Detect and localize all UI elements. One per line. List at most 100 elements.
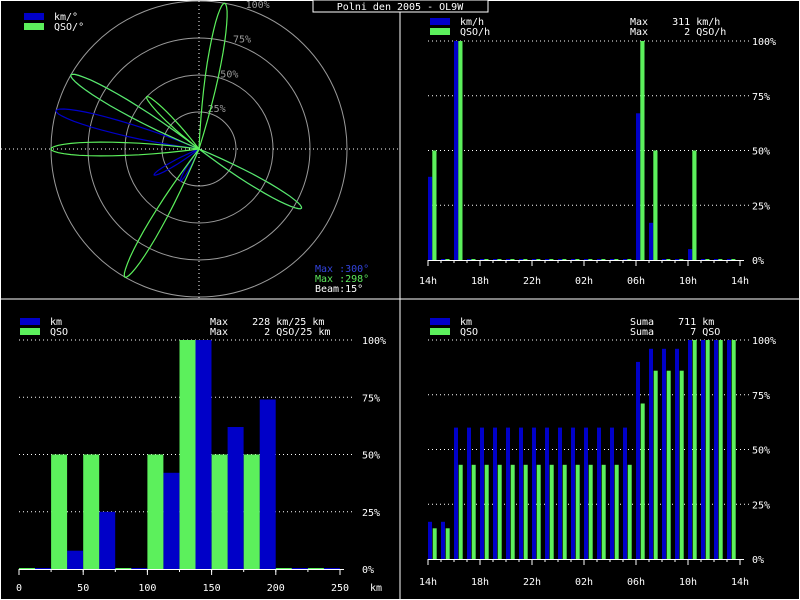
ring-label: 75%: [233, 35, 251, 46]
x-tick-label: 150: [203, 583, 221, 594]
km-bar: [454, 41, 459, 260]
chart-title: Polni den 2005 - OL9W: [337, 2, 464, 13]
y-tick-label: 25%: [362, 508, 380, 519]
qso-bar: [536, 464, 541, 559]
qso-bar: [614, 464, 619, 559]
qso-bar: [432, 528, 437, 559]
km-bar: [428, 176, 433, 260]
max-label: Max 2 QSO/h: [630, 27, 726, 38]
max-label: Suma 7 QSO: [630, 327, 720, 338]
qso-bar: [510, 464, 515, 559]
beam-note: Beam:15°: [315, 284, 363, 295]
qso-bar: [484, 464, 489, 559]
qso-bar: [458, 41, 463, 260]
legend-swatch: [430, 18, 450, 25]
x-tick-label: 14h: [419, 577, 437, 588]
km-bar: [558, 427, 562, 559]
qso-bar: [731, 340, 736, 559]
qso-bar: [562, 464, 567, 559]
x-tick-label: 18h: [471, 577, 489, 588]
qso-bar: [147, 454, 164, 569]
y-tick-label: 25%: [752, 201, 770, 212]
qso-bar: [640, 403, 645, 559]
km-bar: [532, 427, 536, 559]
x-tick-label: 14h: [731, 577, 749, 588]
x-tick-label: 100: [138, 583, 156, 594]
km-bar: [636, 113, 641, 260]
km-bar: [99, 511, 116, 570]
km-bar: [675, 348, 679, 559]
km-bar: [163, 472, 180, 569]
km-bar: [441, 521, 445, 559]
legend-swatch: [24, 13, 44, 20]
y-tick-label: 75%: [362, 393, 380, 404]
qso-bar: [549, 464, 554, 559]
x-tick-label: 18h: [471, 276, 489, 287]
qso-bar: [471, 464, 476, 559]
qso-bar: [432, 150, 437, 260]
chart-canvas: Polni den 2005 - OL9W 25%50%75%100%km/°Q…: [0, 0, 800, 600]
qso-bar: [497, 464, 502, 559]
y-tick-label: 25%: [752, 500, 770, 511]
legend-swatch: [430, 28, 450, 35]
km-bar: [428, 521, 432, 559]
y-tick-label: 100%: [752, 336, 776, 347]
qso-bar: [458, 464, 463, 559]
km-bar: [67, 550, 84, 569]
km-bar: [480, 427, 484, 559]
x-tick-label: 250: [331, 583, 349, 594]
legend-swatch: [430, 318, 450, 325]
qso-bar: [718, 340, 723, 559]
legend-swatch: [430, 328, 450, 335]
km-bar: [623, 427, 627, 559]
km-bar: [701, 340, 705, 559]
km-bar: [714, 340, 718, 559]
qso-bar: [211, 454, 228, 569]
qso-bar: [653, 150, 658, 260]
y-tick-label: 75%: [752, 92, 770, 103]
km-bar: [649, 222, 654, 260]
y-tick-label: 75%: [752, 391, 770, 402]
legend-swatch: [24, 23, 44, 30]
km-bar: [545, 427, 549, 559]
km-bar: [519, 427, 523, 559]
y-tick-label: 0%: [752, 555, 764, 566]
qso-bar: [640, 41, 645, 260]
ring-label: 100%: [246, 0, 270, 11]
y-tick-label: 100%: [752, 37, 776, 48]
km-bar: [597, 427, 601, 559]
km-bar: [571, 427, 575, 559]
km-bar: [227, 427, 244, 569]
legend-label: QSO/h: [460, 27, 490, 38]
y-tick-label: 50%: [752, 446, 770, 457]
qso-bar: [51, 454, 68, 569]
qso-bar: [653, 370, 658, 559]
x-tick-label: 14h: [419, 276, 437, 287]
km-bar: [662, 348, 666, 559]
qso-bar: [679, 370, 684, 559]
qso-bar: [445, 528, 450, 559]
x-tick-label: 200: [267, 583, 285, 594]
max-label: Max 2 QSO/25 km: [210, 327, 330, 338]
km-bar: [467, 427, 471, 559]
km-bar: [454, 427, 458, 559]
km-bar: [649, 348, 653, 559]
qso-bar: [179, 340, 196, 569]
qso-bar: [601, 464, 606, 559]
x-tick-label: 10h: [679, 577, 697, 588]
x-tick-label: 0: [16, 583, 22, 594]
y-tick-label: 50%: [362, 451, 380, 462]
km-bar: [493, 427, 497, 559]
y-tick-label: 100%: [362, 336, 386, 347]
qso-bar: [666, 370, 671, 559]
qso-bar: [83, 454, 100, 569]
qso-bar: [588, 464, 593, 559]
legend-label: QSO: [460, 327, 478, 338]
x-unit-label: km: [370, 583, 382, 594]
km-bar: [610, 427, 614, 559]
y-tick-label: 0%: [752, 256, 764, 267]
x-tick-label: 02h: [575, 276, 593, 287]
km-bar: [636, 361, 640, 559]
qso-bar: [575, 464, 580, 559]
qso-bar: [692, 340, 697, 559]
